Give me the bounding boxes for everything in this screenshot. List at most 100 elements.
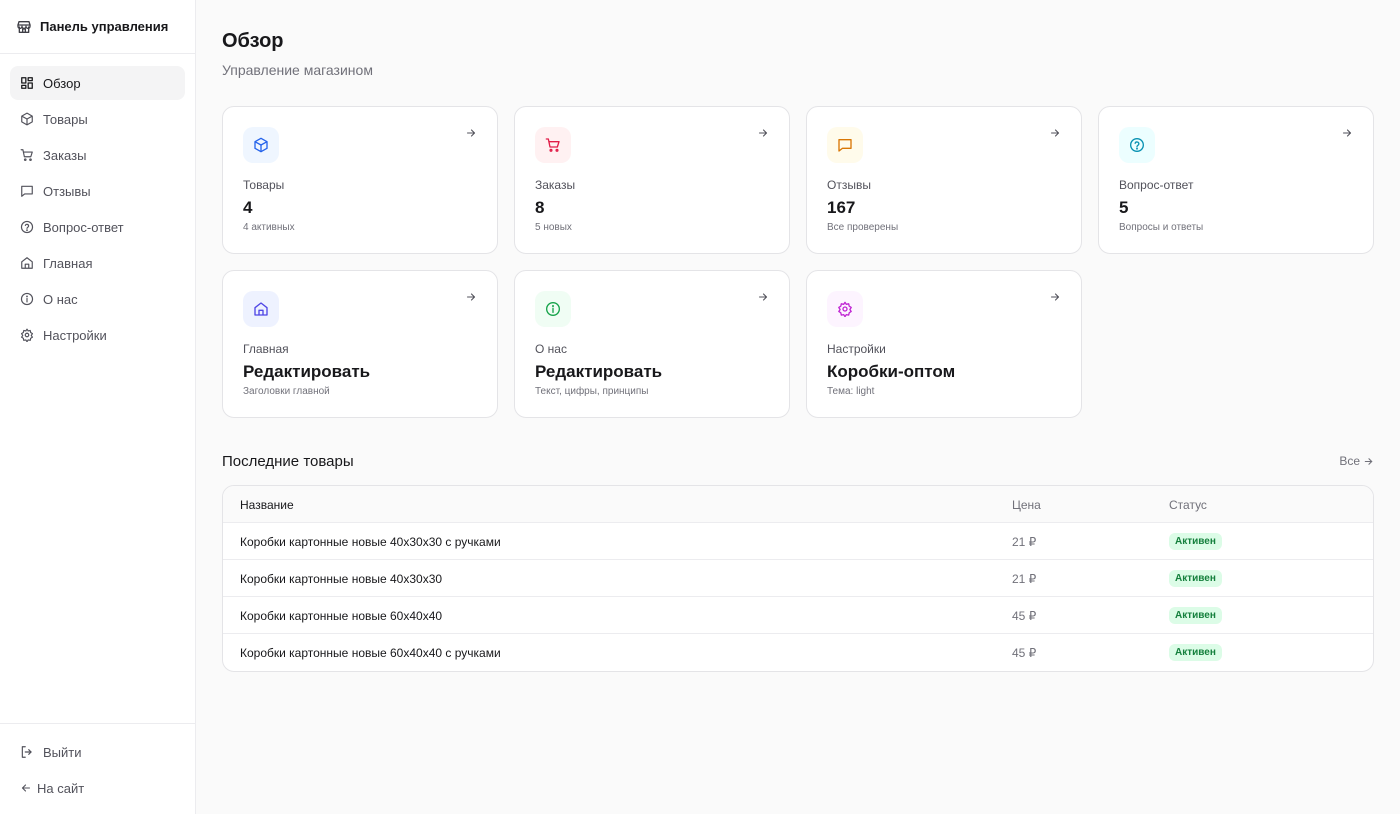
sidebar-item-products[interactable]: Товары (10, 102, 185, 136)
column-header-price: Цена (1012, 497, 1041, 512)
box-icon (254, 137, 268, 153)
logout-icon (21, 746, 32, 758)
view-all-label: Все (1339, 454, 1360, 468)
box-icon (21, 112, 33, 126)
card-label: Настройки (827, 342, 886, 356)
column-header-name: Название (240, 497, 294, 512)
to-site-label: На сайт (37, 780, 85, 796)
card-label: О нас (535, 342, 567, 356)
card-subtext: 5 новых (535, 222, 572, 233)
card-home[interactable]: Главная Редактировать Заголовки главной (222, 270, 498, 418)
sidebar-item-label: Настройки (43, 327, 107, 343)
sidebar-item-overview[interactable]: Обзор (10, 66, 185, 100)
sidebar-item-about[interactable]: О нас (10, 282, 185, 316)
sidebar: Панель управления Обзор Товары Заказы От… (0, 0, 196, 814)
table-header: Название Цена Статус (223, 486, 1373, 523)
logout-button[interactable]: Выйти (10, 734, 185, 770)
product-price: 45 ₽ (1012, 608, 1037, 623)
sidebar-item-label: Отзывы (43, 183, 91, 199)
card-subtext: Заголовки главной (243, 386, 330, 397)
card-icon-wrap (827, 291, 863, 327)
sidebar-item-label: О нас (43, 291, 78, 307)
info-icon (546, 302, 560, 316)
card-icon-wrap (243, 291, 279, 327)
store-icon (17, 20, 31, 33)
card-value: Редактировать (243, 362, 371, 381)
view-all-link[interactable]: Все (1339, 454, 1374, 468)
card-value: Редактировать (535, 362, 663, 381)
product-name: Коробки картонные новые 60x40x40 (240, 608, 443, 623)
card-value: 8 (535, 198, 545, 217)
card-value: 5 (1119, 198, 1129, 217)
cart-icon (545, 138, 560, 152)
arrow-right-icon (1342, 129, 1352, 137)
product-name: Коробки картонные новые 40x30x30 с ручка… (240, 534, 501, 549)
card-label: Товары (243, 178, 285, 192)
card-icon-wrap (535, 127, 571, 163)
card-subtext: Вопросы и ответы (1119, 222, 1204, 233)
card-icon-wrap (827, 127, 863, 163)
section-title: Последние товары (222, 453, 354, 470)
table-row[interactable]: Коробки картонные новые 60x40x40 с ручка… (223, 634, 1373, 671)
sidebar-item-label: Главная (43, 255, 93, 271)
card-icon-wrap (1119, 127, 1155, 163)
status-cell: Активен (1169, 634, 1222, 671)
card-subtext: 4 активных (243, 222, 295, 233)
sidebar-item-label: Заказы (43, 147, 87, 163)
arrow-right-icon (758, 129, 768, 137)
card-products[interactable]: Товары 4 4 активных (222, 106, 498, 254)
status-badge: Активен (1169, 570, 1222, 587)
card-label: Заказы (535, 178, 576, 192)
card-label: Главная (243, 342, 289, 356)
sidebar-item-label: Товары (43, 111, 88, 127)
card-faq[interactable]: Вопрос-ответ 5 Вопросы и ответы (1098, 106, 1374, 254)
sidebar-brand[interactable]: Панель управления (0, 0, 195, 54)
table-row[interactable]: Коробки картонные новые 60x40x40 45 ₽ Ак… (223, 597, 1373, 634)
message-icon (21, 185, 33, 197)
product-price: 45 ₽ (1012, 645, 1037, 660)
arrow-right-icon (1050, 129, 1060, 137)
recent-products-table: Название Цена Статус Коробки картонные н… (222, 485, 1374, 672)
table-row[interactable]: Коробки картонные новые 40x30x30 21 ₽ Ак… (223, 560, 1373, 597)
status-cell: Активен (1169, 597, 1222, 634)
card-about[interactable]: О нас Редактировать Текст, цифры, принци… (514, 270, 790, 418)
product-name: Коробки картонные новые 40x30x30 (240, 571, 443, 586)
status-badge: Активен (1169, 607, 1222, 624)
card-label: Отзывы (827, 178, 871, 192)
sidebar-item-reviews[interactable]: Отзывы (10, 174, 185, 208)
cart-icon (20, 149, 33, 162)
card-settings[interactable]: Настройки Коробки-оптом Тема: light (806, 270, 1082, 418)
status-badge: Активен (1169, 533, 1222, 550)
arrow-right-icon (1364, 457, 1373, 465)
question-icon (1130, 138, 1144, 152)
card-value: 4 (243, 198, 253, 217)
card-subtext: Все проверены (827, 222, 899, 233)
sidebar-item-orders[interactable]: Заказы (10, 138, 185, 172)
card-orders[interactable]: Заказы 8 5 новых (514, 106, 790, 254)
column-header-status: Статус (1169, 497, 1207, 512)
to-site-link[interactable]: На сайт (10, 770, 185, 806)
home-icon (21, 257, 33, 269)
card-subtext: Текст, цифры, принципы (535, 386, 649, 397)
arrow-right-icon (466, 129, 476, 137)
brand-title: Панель управления (40, 19, 169, 34)
sidebar-item-faq[interactable]: Вопрос-ответ (10, 210, 185, 244)
sidebar-item-home[interactable]: Главная (10, 246, 185, 280)
card-icon-wrap (243, 127, 279, 163)
gear-icon (838, 301, 852, 317)
product-price: 21 ₽ (1012, 534, 1037, 549)
card-icon-wrap (535, 291, 571, 327)
arrow-right-icon (758, 293, 768, 301)
sidebar-nav: Обзор Товары Заказы Отзывы Вопрос-ответ … (0, 54, 195, 352)
card-value: Коробки-оптом (827, 362, 956, 381)
table-row[interactable]: Коробки картонные новые 40x30x30 с ручка… (223, 523, 1373, 560)
message-icon (838, 139, 852, 152)
grid-icon (21, 77, 33, 89)
question-icon (20, 220, 34, 234)
card-reviews[interactable]: Отзывы 167 Все проверены (806, 106, 1082, 254)
arrow-right-icon (466, 293, 476, 301)
card-value: 167 (827, 198, 856, 217)
sidebar-item-settings[interactable]: Настройки (10, 318, 185, 352)
status-cell: Активен (1169, 560, 1222, 597)
sidebar-item-label: Вопрос-ответ (43, 219, 124, 235)
